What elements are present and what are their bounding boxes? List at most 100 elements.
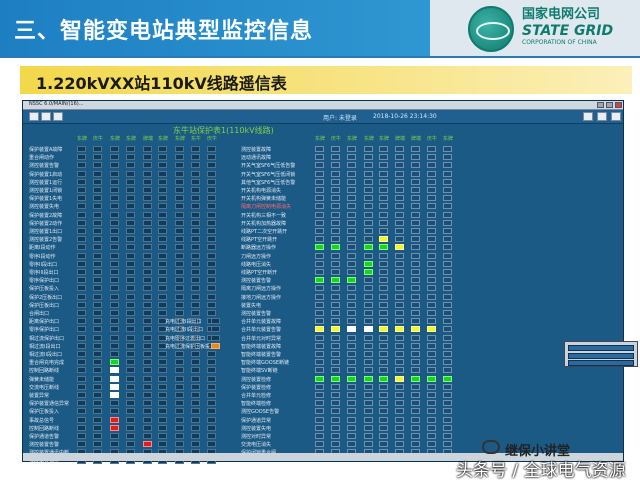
signal-cell[interactable] (93, 383, 102, 390)
signal-cell[interactable] (126, 408, 135, 415)
signal-cell[interactable] (411, 433, 420, 439)
signal-cell[interactable] (93, 301, 102, 308)
signal-cell[interactable] (315, 203, 324, 210)
signal-cell[interactable] (427, 170, 436, 177)
signal-cell[interactable] (207, 408, 216, 415)
signal-cell[interactable] (207, 441, 216, 448)
signal-cell[interactable] (77, 187, 86, 193)
signal-cell[interactable] (331, 433, 340, 439)
signal-cell[interactable] (207, 392, 216, 398)
signal-cell[interactable] (143, 195, 152, 202)
signal-cell[interactable] (443, 441, 452, 448)
signal-cell[interactable] (191, 277, 200, 284)
signal-cell[interactable] (158, 424, 167, 431)
tool-button-2[interactable] (41, 112, 51, 121)
signal-cell[interactable] (110, 178, 119, 185)
signal-cell[interactable] (175, 236, 184, 243)
signal-cell[interactable] (191, 433, 200, 439)
signal-cell[interactable] (395, 301, 404, 308)
signal-cell[interactable] (175, 228, 184, 234)
signal-cell[interactable] (395, 433, 404, 439)
signal-cell[interactable] (395, 392, 404, 398)
signal-cell[interactable] (158, 219, 167, 226)
signal-cell[interactable] (77, 178, 86, 185)
signal-cell[interactable] (143, 277, 152, 284)
signal-cell[interactable] (395, 170, 404, 177)
signal-cell[interactable] (379, 342, 388, 349)
signal-cell[interactable] (347, 146, 356, 152)
signal-cell[interactable] (143, 383, 152, 390)
signal-cell[interactable] (427, 301, 436, 308)
signal-cell[interactable] (379, 252, 388, 259)
signal-cell[interactable] (443, 170, 452, 177)
signal-cell[interactable] (347, 416, 356, 423)
signal-cell[interactable] (379, 392, 388, 398)
signal-cell[interactable] (427, 228, 436, 234)
signal-cell[interactable] (364, 269, 373, 275)
signal-cell[interactable] (395, 195, 404, 202)
signal-cell[interactable] (395, 269, 404, 275)
signal-cell[interactable] (77, 260, 86, 267)
signal-cell[interactable] (207, 269, 216, 275)
signal-cell[interactable] (427, 146, 436, 152)
signal-cell[interactable] (347, 244, 356, 251)
signal-cell[interactable] (443, 351, 452, 357)
signal-cell[interactable] (411, 326, 420, 333)
signal-cell[interactable] (93, 228, 102, 234)
signal-cell[interactable] (126, 318, 135, 325)
signal-cell[interactable] (379, 277, 388, 284)
signal-cell[interactable] (191, 375, 200, 382)
signal-cell[interactable] (315, 252, 324, 259)
signal-cell[interactable] (77, 154, 86, 161)
signal-cell[interactable] (347, 441, 356, 448)
signal-cell[interactable] (191, 187, 200, 193)
signal-cell[interactable] (443, 244, 452, 251)
signal-cell[interactable] (207, 211, 216, 218)
signal-cell[interactable] (143, 162, 152, 169)
signal-cell[interactable] (364, 367, 373, 374)
signal-cell[interactable] (93, 178, 102, 185)
side-panel-bar-3[interactable] (568, 360, 634, 366)
signal-cell[interactable] (427, 433, 436, 439)
signal-cell[interactable] (175, 178, 184, 185)
signal-cell[interactable] (443, 178, 452, 185)
signal-cell[interactable] (191, 392, 200, 398)
signal-cell[interactable] (207, 301, 216, 308)
signal-cell[interactable] (364, 326, 373, 333)
signal-cell[interactable] (110, 318, 119, 325)
signal-cell[interactable] (347, 392, 356, 398)
signal-cell[interactable] (207, 178, 216, 185)
signal-cell[interactable] (191, 424, 200, 431)
signal-cell[interactable] (207, 375, 216, 382)
signal-cell[interactable] (443, 285, 452, 292)
signal-cell[interactable] (331, 187, 340, 193)
signal-cell[interactable] (364, 195, 373, 202)
signal-cell[interactable] (158, 252, 167, 259)
signal-cell[interactable] (93, 187, 102, 193)
signal-cell[interactable] (395, 178, 404, 185)
signal-cell[interactable] (347, 367, 356, 374)
signal-cell[interactable] (77, 326, 86, 333)
signal-cell[interactable] (411, 359, 420, 366)
signal-cell[interactable] (158, 408, 167, 415)
signal-cell[interactable] (347, 433, 356, 439)
signal-cell[interactable] (93, 400, 102, 407)
signal-cell[interactable] (93, 211, 102, 218)
signal-cell[interactable] (110, 260, 119, 267)
signal-cell[interactable] (379, 293, 388, 300)
signal-cell[interactable] (191, 310, 200, 316)
signal-cell[interactable] (126, 146, 135, 152)
signal-cell[interactable] (427, 334, 436, 341)
signal-cell[interactable] (364, 400, 373, 407)
signal-cell[interactable] (379, 359, 388, 366)
signal-cell[interactable] (126, 301, 135, 308)
signal-cell[interactable] (110, 187, 119, 193)
signal-cell[interactable] (395, 244, 404, 251)
side-control-panel[interactable] (564, 341, 638, 367)
signal-cell[interactable] (427, 326, 436, 333)
signal-cell[interactable] (175, 260, 184, 267)
signal-cell[interactable] (315, 187, 324, 193)
signal-cell[interactable] (207, 236, 216, 243)
signal-cell[interactable] (191, 228, 200, 234)
signal-cell[interactable] (395, 228, 404, 234)
